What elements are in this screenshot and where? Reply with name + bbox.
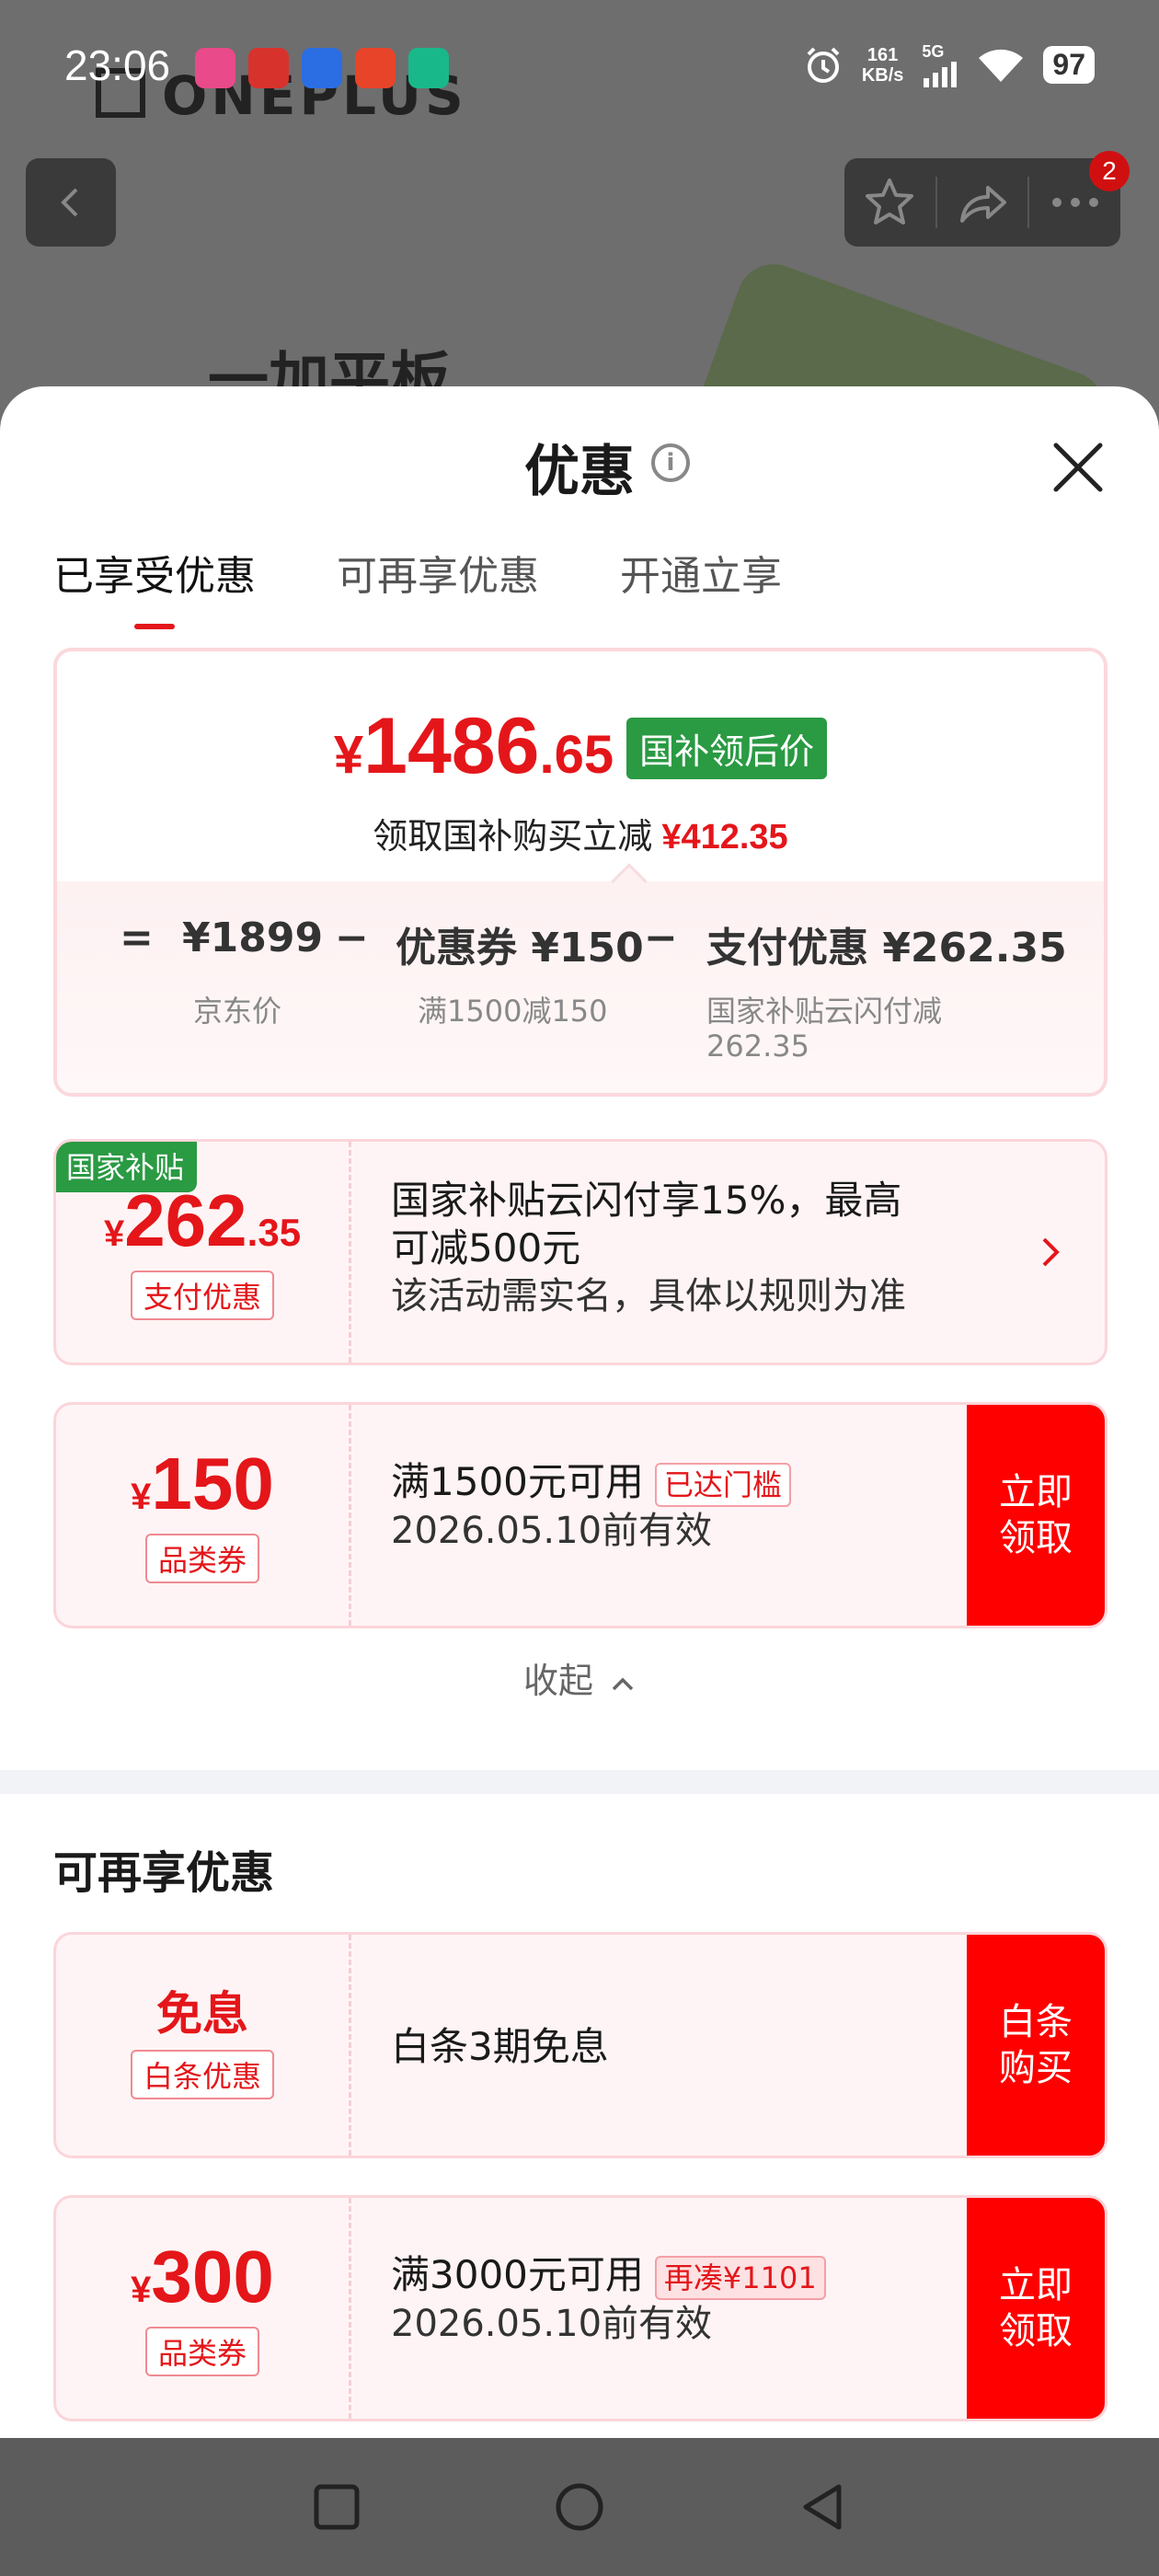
network-type: 5G — [922, 42, 945, 61]
favorite-button[interactable] — [844, 158, 935, 247]
share-button[interactable] — [937, 158, 1028, 247]
alarm-icon — [807, 47, 840, 83]
national-subsidy-badge: 国家补贴 — [56, 1142, 198, 1192]
minus-sign: − — [644, 914, 678, 961]
coupon-amount: ¥150 — [131, 1443, 274, 1524]
save-line: 领取国补购买立减 ¥412.35 — [373, 816, 788, 857]
signal-icon — [924, 62, 958, 87]
section-title: 可再享优惠 — [53, 1847, 275, 1899]
star-icon — [866, 178, 914, 224]
coupon-card-300: ¥300 品类券 满3000元可用 再凑¥1101 2026.05.10前有效 立… — [53, 2195, 1107, 2421]
price-breakdown-card: ¥1486.65 国补领后价 领取国补购买立减 ¥412.35 = ¥1899 京… — [53, 648, 1107, 1097]
installment-buy-button[interactable]: 白条购买 — [967, 1935, 1105, 2156]
installment-description: 白条3期免息 — [391, 2024, 609, 2069]
coupon-deduction: 优惠券 ¥150 — [396, 925, 644, 972]
notification-app-icons — [195, 48, 449, 88]
pay-deduction: 支付优惠 ¥262.35 — [706, 925, 1067, 972]
jd-price-label: 京东价 — [193, 994, 282, 1029]
app-icon — [248, 48, 289, 88]
back-icon[interactable] — [798, 2481, 846, 2533]
minus-sign: − — [335, 914, 369, 961]
final-price: ¥1486.65 — [333, 702, 614, 790]
app-icon — [302, 48, 342, 88]
battery-indicator: 97 — [1043, 46, 1095, 84]
coupon-card-150: ¥150 品类券 满1500元可用 已达门槛 2026.05.10前有效 立即领取 — [53, 1402, 1107, 1628]
subsidy-type-label: 支付优惠 — [130, 1271, 274, 1320]
share-icon — [960, 186, 1006, 223]
chevron-left-icon — [61, 188, 78, 217]
more-icon — [1051, 198, 1098, 207]
wifi-icon — [979, 49, 1024, 82]
installment-type-label: 白条优惠 — [130, 2050, 274, 2099]
installment-card: 免息 白条优惠 白条3期免息 白条购买 — [53, 1932, 1107, 2158]
coupon-amount-block: ¥300 品类券 — [56, 2198, 349, 2419]
pay-deduction-desc: 国家补贴云闪付减 — [706, 994, 943, 1029]
claim-coupon-button[interactable]: 立即领取 — [967, 2198, 1105, 2419]
back-button[interactable] — [26, 158, 116, 247]
tab-enjoyed[interactable]: 已享受优惠 — [53, 543, 256, 629]
installment-amount: 免息 — [156, 1988, 248, 2040]
final-price-row: ¥1486.65 国补领后价 — [57, 701, 1104, 792]
discount-sheet: 优惠 i 已享受优惠 可再享优惠 开通立享 ¥1486.65 国补领后价 领取国… — [0, 386, 1159, 2438]
app-icon — [195, 48, 235, 88]
pay-deduction-amount: 262.35 — [706, 1029, 809, 1064]
sheet-title: 优惠 — [524, 440, 635, 504]
jd-price: ¥1899 — [182, 914, 324, 961]
coupon-type-label: 品类券 — [144, 2327, 259, 2376]
app-icon — [355, 48, 396, 88]
subsidy-price-tag: 国补领后价 — [626, 718, 828, 779]
more-button[interactable]: 2 — [1029, 151, 1130, 247]
coupon-deduction-desc: 满1500减150 — [418, 994, 608, 1029]
equals-sign: = — [120, 914, 154, 961]
subsidy-description: 国家补贴云闪付享15%，最高 可减500元 该活动需实名，具体以规则为准 — [391, 1178, 906, 1317]
threshold-tag: 再凑¥1101 — [654, 2255, 826, 2300]
claim-coupon-button[interactable]: 立即领取 — [967, 1405, 1105, 1626]
coupon-amount-block: ¥150 品类券 — [56, 1405, 349, 1626]
home-icon[interactable] — [554, 2481, 605, 2533]
section-divider — [0, 1770, 1159, 1794]
app-icon — [408, 48, 449, 88]
installment-block: 免息 白条优惠 — [56, 1935, 349, 2156]
subsidy-amount: ¥262.35 — [103, 1179, 302, 1261]
top-actions: 2 — [844, 151, 1130, 247]
collapse-toggle[interactable]: 收起 — [0, 1652, 1159, 1703]
coupon-amount: ¥300 — [131, 2236, 274, 2317]
discount-tabs: 已享受优惠 可再享优惠 开通立享 — [53, 543, 782, 629]
coupon-description: 满1500元可用 已达门槛 2026.05.10前有效 — [391, 1458, 791, 1555]
coupon-type-label: 品类券 — [144, 1534, 259, 1583]
notification-badge: 2 — [1089, 151, 1130, 191]
chevron-up-icon — [612, 1677, 634, 1691]
close-icon[interactable] — [1049, 438, 1107, 497]
network-speed: 161 KB/s — [861, 44, 904, 86]
system-indicators: 161 KB/s 5G 97 — [803, 42, 1095, 87]
coupon-description: 满3000元可用 再凑¥1101 2026.05.10前有效 — [391, 2251, 826, 2348]
status-bar: 23:06 161 KB/s 5G 97 — [0, 0, 1159, 138]
tab-available[interactable]: 可再享优惠 — [337, 543, 539, 602]
subsidy-card[interactable]: ¥262.35 支付优惠 国家补贴云闪付享15%，最高 可减500元 该活动需实… — [53, 1139, 1107, 1365]
info-icon[interactable]: i — [651, 443, 690, 482]
threshold-tag: 已达门槛 — [654, 1462, 791, 1507]
chevron-right-icon — [1042, 1237, 1060, 1267]
status-time: 23:06 — [64, 41, 171, 89]
system-nav-bar — [0, 2438, 1159, 2576]
recent-apps-icon[interactable] — [313, 2483, 361, 2531]
save-amount: ¥412.35 — [661, 818, 788, 857]
tab-activate[interactable]: 开通立享 — [620, 543, 782, 602]
